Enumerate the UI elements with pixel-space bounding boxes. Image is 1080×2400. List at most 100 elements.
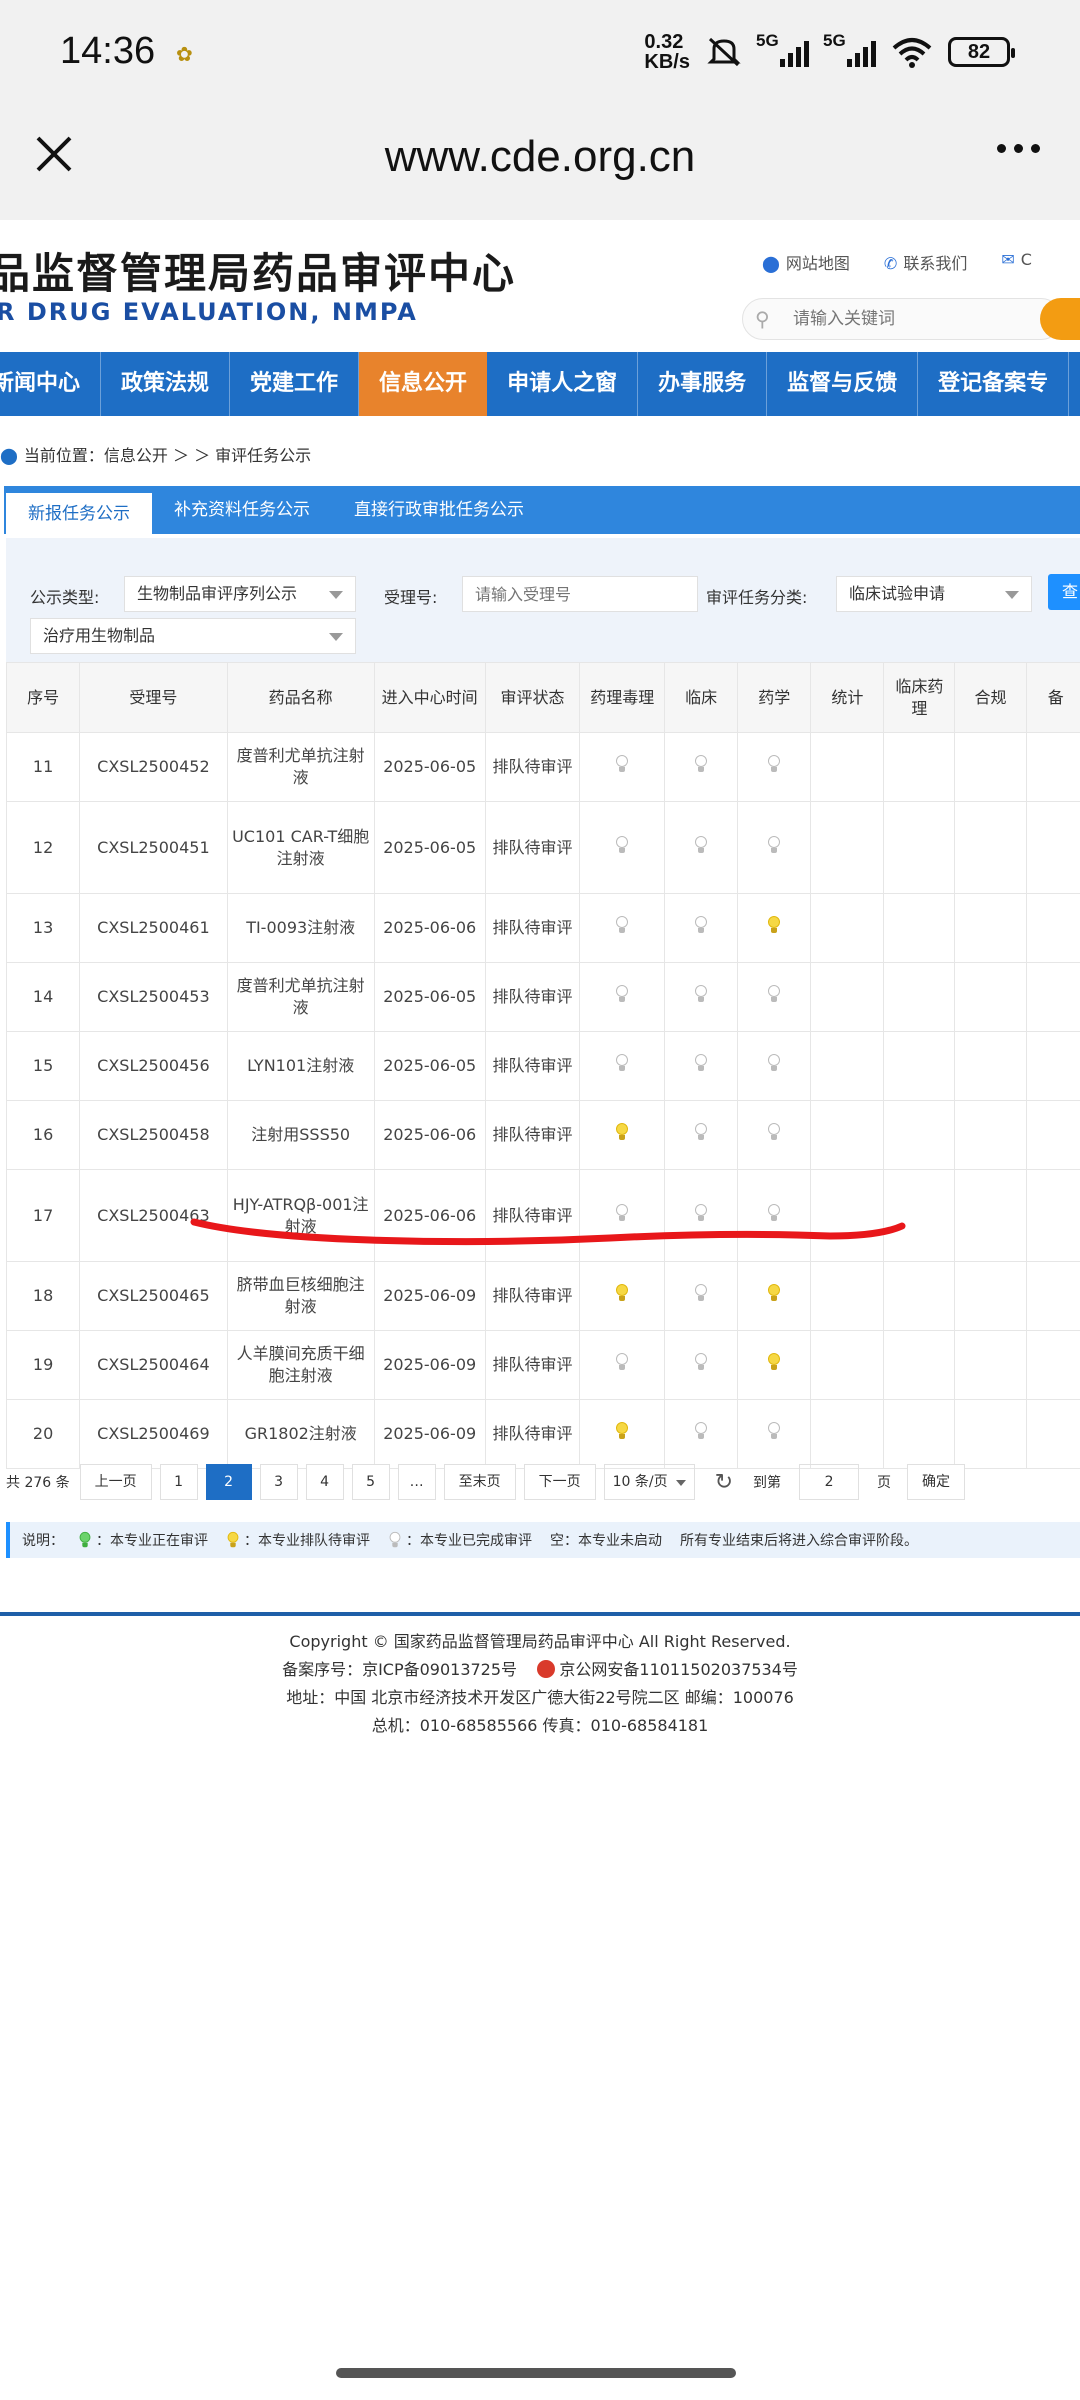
page-1[interactable]: 1 xyxy=(159,1464,198,1500)
contact-link[interactable]: ✆ 联系我们 xyxy=(884,250,967,274)
yellow-bulb-icon xyxy=(767,916,781,934)
type-label: 公示类型: xyxy=(30,588,100,607)
category-select[interactable]: 临床试验申请 xyxy=(836,576,1032,612)
legend-empty: 空：本专业未启动 xyxy=(550,1533,662,1549)
refresh-icon[interactable]: ↻ xyxy=(715,1470,733,1495)
col-statistics: 统计 xyxy=(810,662,885,733)
cell-empty xyxy=(954,1330,1027,1400)
nav-applicant[interactable]: 申请人之窗 xyxy=(487,352,639,416)
white-bulb-icon xyxy=(694,1054,708,1072)
mail-link[interactable]: ✉ C xyxy=(1001,250,1032,274)
tab-direct-approval-tasks[interactable]: 直接行政审批任务公示 xyxy=(332,486,546,534)
white-bulb-icon xyxy=(615,916,629,934)
next-page-button[interactable]: 下一页 xyxy=(523,1464,596,1500)
col-clinical-pharm: 临床药理 xyxy=(883,662,956,733)
cell-progress xyxy=(737,1100,812,1170)
cell-accept-no: CXSL2500464 xyxy=(79,1330,228,1400)
page-size-select[interactable]: 10 条/页 xyxy=(603,1464,695,1500)
nav-policy[interactable]: 政策法规 xyxy=(101,352,231,416)
signal-icon-2: 5G xyxy=(823,31,876,67)
cell-no: 14 xyxy=(5,962,81,1032)
page-4[interactable]: 4 xyxy=(305,1464,344,1500)
cell-progress xyxy=(737,1031,812,1101)
cell-empty xyxy=(810,801,885,894)
cell-progress xyxy=(579,962,666,1032)
filter-panel: 公示类型: 生物制品审评序列公示 受理号: 审评任务分类: 临床试验申请 查 治… xyxy=(6,538,1080,662)
cell-progress xyxy=(664,1261,739,1331)
cell-empty xyxy=(1025,1100,1080,1170)
phone-icon: ✆ xyxy=(883,254,898,273)
page-2-current[interactable]: 2 xyxy=(205,1464,252,1500)
more-menu-icon[interactable] xyxy=(997,144,1040,153)
goto-page-input[interactable]: 2 xyxy=(799,1464,860,1500)
cell-empty xyxy=(954,1169,1027,1262)
cell-empty xyxy=(954,962,1027,1032)
cell-empty xyxy=(954,1100,1027,1170)
page-3[interactable]: 3 xyxy=(259,1464,298,1500)
white-bulb-icon xyxy=(615,835,629,854)
table-row: 11 CXSL2500452 度普利尤单抗注射液 2025-06-05 排队待审评 xyxy=(5,732,1080,802)
cell-empty xyxy=(1025,1169,1080,1262)
cell-progress xyxy=(664,1399,739,1469)
cell-accept-no: CXSL2500456 xyxy=(79,1031,228,1101)
cell-empty xyxy=(883,801,956,894)
nav-news[interactable]: 新闻中心 xyxy=(0,352,102,416)
search-box[interactable]: ⚲ xyxy=(742,298,1062,340)
nav-feedback[interactable]: 监督与反馈 xyxy=(767,352,919,416)
nav-services[interactable]: 办事服务 xyxy=(638,352,768,416)
cell-progress xyxy=(664,732,739,802)
cell-status: 排队待审评 xyxy=(484,1261,581,1331)
table-row: 14 CXSL2500453 度普利尤单抗注射液 2025-06-05 排队待审评 xyxy=(5,962,1080,1032)
chevron-down-icon xyxy=(675,1480,686,1486)
confirm-button[interactable]: 确定 xyxy=(907,1464,966,1500)
search-input[interactable] xyxy=(793,305,1043,333)
search-button[interactable] xyxy=(1040,298,1080,340)
cell-date: 2025-06-09 xyxy=(373,1261,486,1331)
web-page: 品监督管理局药品审评中心 R DRUG EVALUATION, NMPA ⬤ 网站… xyxy=(0,220,1080,2400)
cell-no: 20 xyxy=(5,1399,81,1469)
home-indicator[interactable] xyxy=(336,2368,736,2378)
page-5[interactable]: 5 xyxy=(351,1464,390,1500)
subcategory-select[interactable]: 治疗用生物制品 xyxy=(30,618,356,654)
prev-page-button[interactable]: 上一页 xyxy=(79,1464,152,1500)
tab-supplement-tasks[interactable]: 补充资料任务公示 xyxy=(152,486,332,534)
nav-registration[interactable]: 登记备案专 xyxy=(918,352,1070,416)
cell-status: 排队待审评 xyxy=(484,962,581,1032)
total-count: 共 276 条 xyxy=(6,1475,70,1491)
white-bulb-icon xyxy=(615,755,629,773)
white-bulb-icon xyxy=(767,985,781,1003)
network-speed: 0.32 KB/s xyxy=(644,31,690,73)
goto-label: 到第 xyxy=(753,1475,782,1491)
cell-progress xyxy=(579,801,666,894)
cell-empty xyxy=(1025,962,1080,1032)
cell-empty xyxy=(1025,732,1080,802)
accept-label: 受理号: xyxy=(384,588,438,607)
accept-number-input[interactable] xyxy=(462,576,698,612)
cell-empty xyxy=(883,962,956,1032)
cell-empty xyxy=(1025,1031,1080,1101)
nav-party[interactable]: 党建工作 xyxy=(230,352,360,416)
url-display[interactable]: www.cde.org.cn xyxy=(0,132,1080,182)
cell-progress xyxy=(579,1261,666,1331)
cell-drug-name: TI-0093注射液 xyxy=(226,893,375,963)
cell-accept-no: CXSL2500461 xyxy=(79,893,228,963)
white-bulb-icon xyxy=(767,1123,781,1141)
query-button[interactable]: 查 xyxy=(1048,574,1080,610)
cell-date: 2025-06-05 xyxy=(373,801,486,894)
sitemap-link[interactable]: ⬤ 网站地图 xyxy=(762,250,850,274)
cell-no: 12 xyxy=(5,801,81,894)
nav-info-public[interactable]: 信息公开 xyxy=(359,352,488,416)
cell-empty xyxy=(883,1399,956,1469)
status-icons: 0.32 KB/s 5G 5G 82 xyxy=(644,31,1015,73)
page-ellipsis[interactable]: … xyxy=(397,1464,436,1500)
cell-progress xyxy=(737,801,812,894)
legend-prefix: 说明： xyxy=(22,1533,64,1549)
tab-new-tasks[interactable]: 新报任务公示 xyxy=(6,490,152,534)
cell-progress xyxy=(579,1330,666,1400)
type-select[interactable]: 生物制品审评序列公示 xyxy=(124,576,356,612)
last-page-button[interactable]: 至末页 xyxy=(443,1464,516,1500)
white-bulb-icon xyxy=(694,1284,708,1302)
white-bulb-icon xyxy=(694,835,708,854)
cell-empty xyxy=(883,1031,956,1101)
task-table: 序号 受理号 药品名称 进入中心时间 审评状态 药理毒理 临床 药学 统计 临床… xyxy=(5,662,1080,1469)
